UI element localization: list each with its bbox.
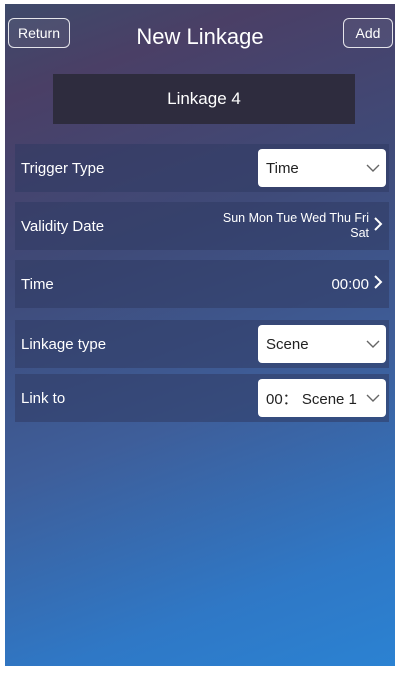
chevron-down-icon <box>366 336 380 353</box>
trigger-type-select[interactable]: Time <box>258 149 386 187</box>
validity-days-line1: Sun Mon Tue Wed Thu Fri <box>222 211 369 225</box>
validity-date-row[interactable]: Validity Date Sun Mon Tue Wed Thu Fri Sa… <box>15 202 389 250</box>
link-to-value: 00： Scene 1 <box>266 390 357 408</box>
linkage-name-value: Linkage 4 <box>167 89 241 108</box>
trigger-type-label: Trigger Type <box>21 159 105 177</box>
time-label: Time <box>21 275 54 293</box>
new-linkage-screen: Return New Linkage Add Linkage 4 Trigger… <box>5 4 395 666</box>
chevron-right-icon <box>373 216 383 237</box>
validity-date-label: Validity Date <box>21 217 105 235</box>
link-to-select[interactable]: 00： Scene 1 <box>258 379 386 417</box>
time-value: 00:00 <box>331 275 369 293</box>
page-title: New Linkage <box>136 24 264 49</box>
link-to-row: Link to 00： Scene 1 <box>15 374 389 422</box>
validity-days-line2: Sat <box>350 226 369 240</box>
link-to-label: Link to <box>21 389 66 407</box>
chevron-down-icon <box>366 160 380 177</box>
linkage-type-label: Linkage type <box>21 335 107 353</box>
trigger-type-row: Trigger Type Time <box>15 144 389 192</box>
linkage-name-field[interactable]: Linkage 4 <box>53 74 355 124</box>
linkage-type-row: Linkage type Scene <box>15 320 389 368</box>
validity-days: Sun Mon Tue Wed Thu Fri Sat <box>223 211 369 241</box>
chevron-right-icon <box>373 274 383 295</box>
chevron-down-icon <box>366 390 380 407</box>
add-button[interactable]: Add <box>343 18 393 48</box>
trigger-type-value: Time <box>266 159 299 177</box>
linkage-type-select[interactable]: Scene <box>258 325 386 363</box>
linkage-type-value: Scene <box>266 335 309 353</box>
time-row[interactable]: Time 00:00 <box>15 260 389 308</box>
